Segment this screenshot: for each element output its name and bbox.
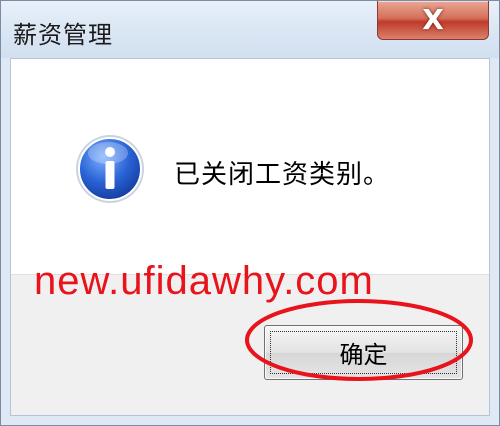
ok-button-label: 确定 [339, 341, 388, 369]
message-dialog: 薪资管理 X 已关闭工资类别。 new.ufidawhy.com 确定 [0, 0, 500, 426]
dialog-message: 已关闭工资类别。 [174, 160, 391, 190]
close-icon: X [422, 3, 444, 36]
title-bar[interactable]: 薪资管理 X [1, 1, 499, 58]
watermark-text: new.ufidawhy.com [34, 259, 374, 303]
close-button[interactable]: X [377, 1, 489, 40]
ok-button[interactable]: 确定 [264, 325, 463, 380]
dialog-title: 薪资管理 [13, 21, 113, 49]
dialog-body: 已关闭工资类别。 new.ufidawhy.com 确定 [10, 58, 490, 416]
info-icon [76, 135, 144, 203]
